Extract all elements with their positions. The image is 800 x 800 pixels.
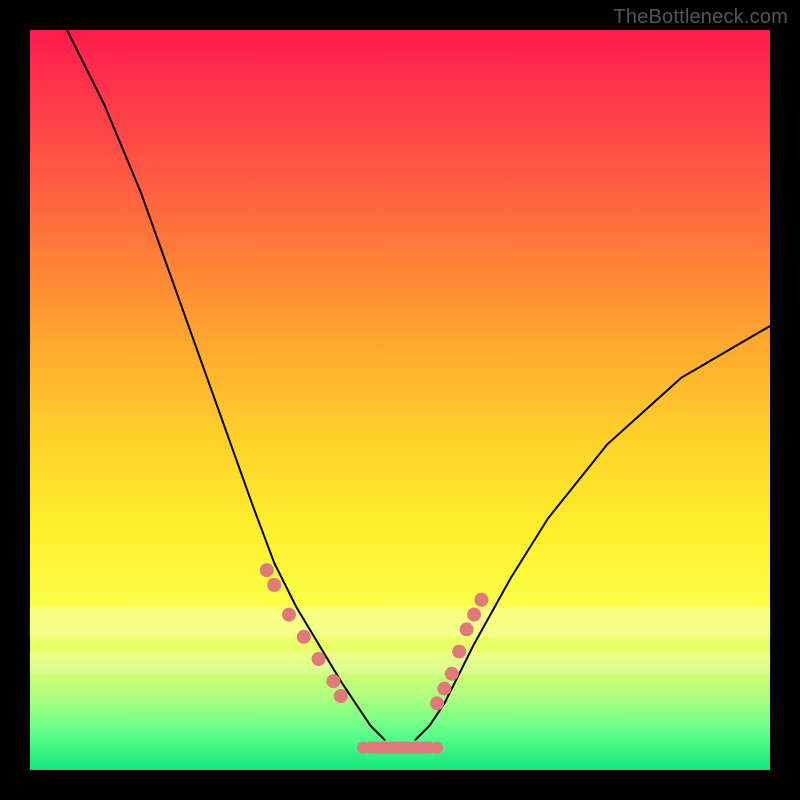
watermark-text: TheBottleneck.com bbox=[613, 6, 788, 29]
data-marker bbox=[474, 593, 488, 607]
markers-left-branch bbox=[260, 563, 348, 703]
data-marker bbox=[467, 608, 481, 622]
data-marker bbox=[460, 622, 474, 636]
data-marker bbox=[431, 742, 443, 754]
data-marker bbox=[430, 696, 444, 710]
left-curve bbox=[67, 30, 385, 740]
curve-layer bbox=[30, 30, 770, 770]
data-marker bbox=[312, 652, 326, 666]
right-curve bbox=[415, 326, 770, 740]
data-marker bbox=[387, 742, 399, 754]
data-marker bbox=[452, 645, 466, 659]
data-marker bbox=[326, 674, 340, 688]
data-marker bbox=[282, 608, 296, 622]
data-marker bbox=[437, 682, 451, 696]
chart-stage: TheBottleneck.com bbox=[0, 0, 800, 800]
data-marker bbox=[297, 630, 311, 644]
data-marker bbox=[372, 742, 384, 754]
markers-right-branch bbox=[430, 593, 488, 711]
data-marker bbox=[260, 563, 274, 577]
plot-area bbox=[30, 30, 770, 770]
data-marker bbox=[334, 689, 348, 703]
data-marker bbox=[401, 742, 413, 754]
data-marker bbox=[357, 742, 369, 754]
data-marker bbox=[267, 578, 281, 592]
data-marker bbox=[445, 667, 459, 681]
data-marker bbox=[416, 742, 428, 754]
